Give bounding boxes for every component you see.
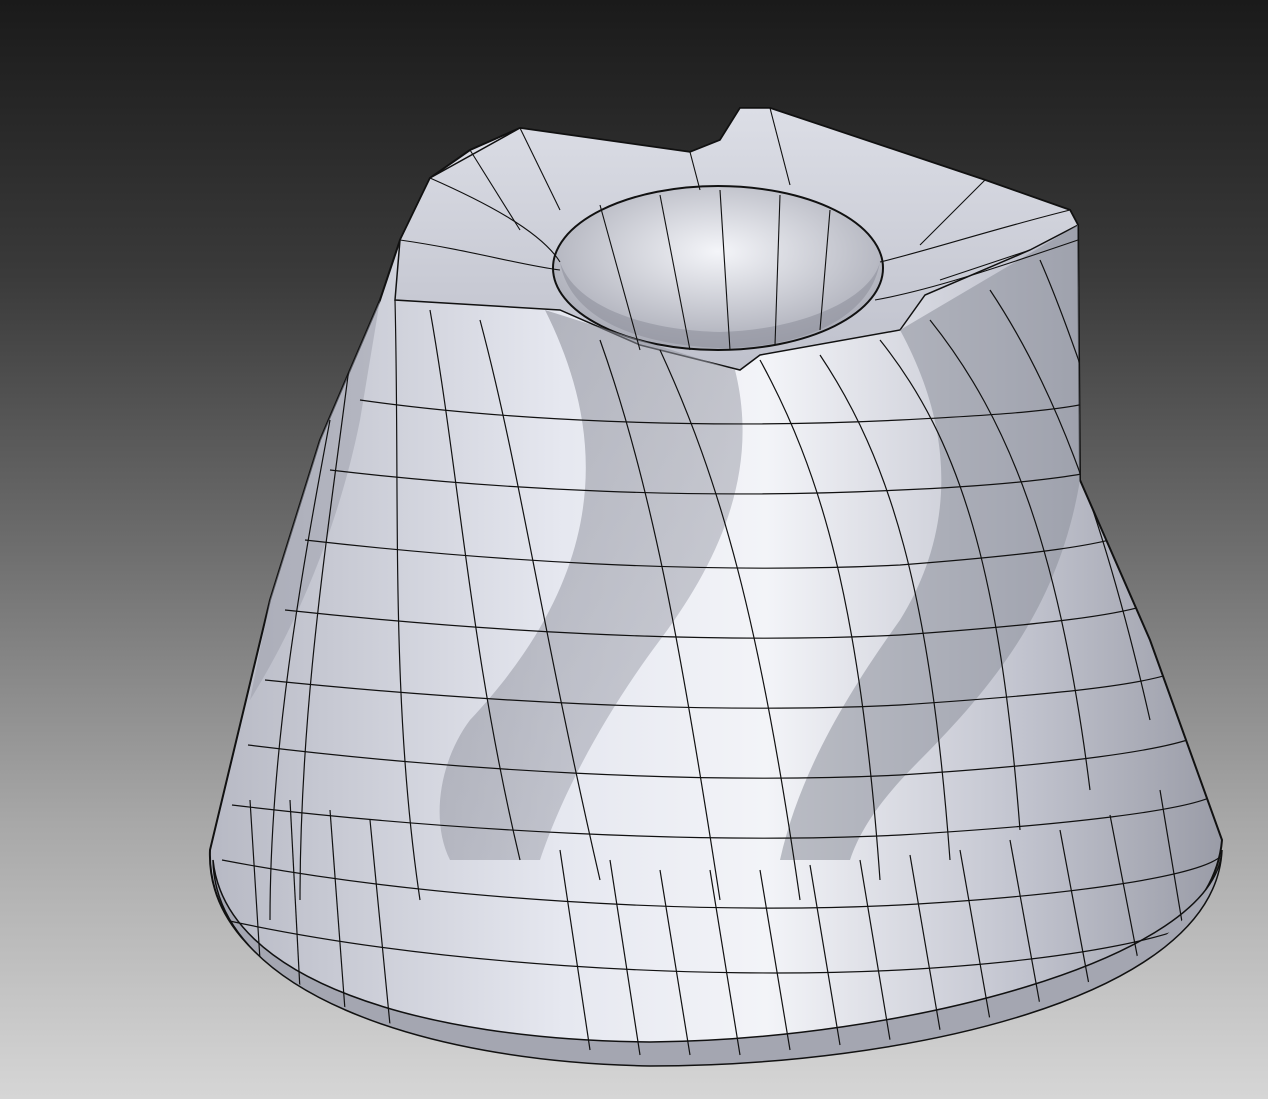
mesh-model-view[interactable]: [0, 0, 1268, 1099]
graphics-viewport[interactable]: [0, 0, 1268, 1099]
center-bore: [552, 185, 884, 351]
part-body: [208, 107, 1224, 1067]
